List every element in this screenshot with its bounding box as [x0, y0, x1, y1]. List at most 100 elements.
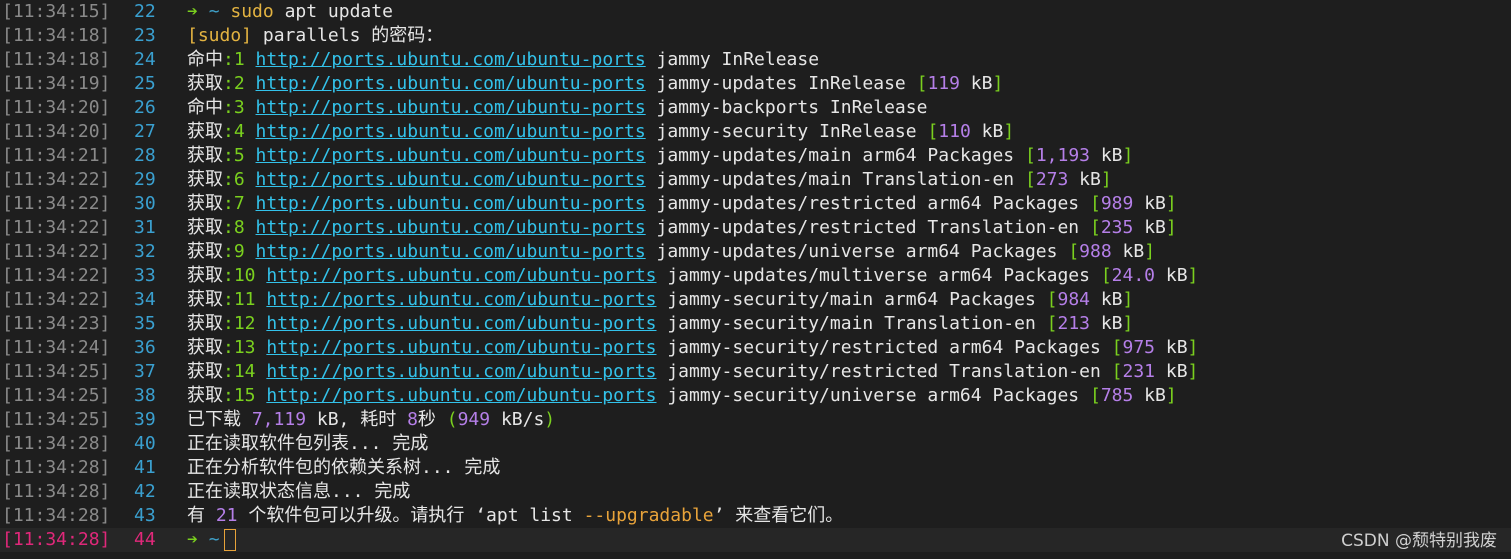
size-value: 235	[1100, 217, 1134, 238]
line-number: 35	[134, 313, 156, 334]
line-number: 43	[134, 505, 156, 526]
size-unit: kB	[1133, 217, 1166, 238]
line-number: 42	[134, 481, 156, 502]
size-value: 984	[1057, 289, 1090, 310]
bracket: [	[916, 73, 928, 94]
line-content: 有 21 个软件包可以升级。请执行 ‘apt list --upgradable…	[187, 504, 843, 528]
terminal-line: [11:34:28] 40 正在读取软件包列表... 完成	[0, 432, 1511, 456]
repo-link[interactable]: http://ports.ubuntu.com/ubuntu-ports	[266, 265, 656, 286]
size-value: 110	[938, 121, 971, 142]
index: :3	[223, 97, 245, 118]
status-verb: 获取	[187, 337, 223, 358]
line-number: 22	[134, 1, 156, 22]
terminal-line: [11:34:22] 29 获取:6 http://ports.ubuntu.com…	[0, 168, 1511, 192]
repo-link[interactable]: http://ports.ubuntu.com/ubuntu-ports	[256, 121, 646, 142]
repo-link[interactable]: http://ports.ubuntu.com/ubuntu-ports	[256, 145, 646, 166]
summary-speed: 949	[457, 409, 491, 430]
timestamp: [11:34:18]	[2, 49, 111, 70]
repo-link[interactable]: http://ports.ubuntu.com/ubuntu-ports	[266, 361, 656, 382]
upgrade-count: 21	[215, 505, 238, 526]
description: jammy InRelease	[645, 49, 820, 70]
terminal-line: [11:34:19] 25 获取:2 http://ports.ubuntu.com…	[0, 72, 1511, 96]
timestamp: [11:34:28]	[2, 433, 111, 454]
description: jammy-security/restricted Translation-en	[656, 361, 1112, 382]
bracket: ]	[1100, 169, 1112, 190]
description: jammy-updates/main Translation-en	[645, 169, 1025, 190]
index: :15	[223, 385, 256, 406]
description: jammy-updates/main arm64 Packages	[645, 145, 1025, 166]
arrow-icon: ➔	[187, 529, 198, 550]
status-verb: 获取	[187, 145, 223, 166]
line-number: 30	[134, 193, 156, 214]
timestamp: [11:34:22]	[2, 217, 111, 238]
bracket: [	[1024, 169, 1036, 190]
repo-link[interactable]: http://ports.ubuntu.com/ubuntu-ports	[266, 337, 656, 358]
repo-link[interactable]: http://ports.ubuntu.com/ubuntu-ports	[266, 385, 656, 406]
bracket: ]	[1003, 121, 1015, 142]
terminal-line: [11:34:20] 26 命中:3 http://ports.ubuntu.com…	[0, 96, 1511, 120]
bracket: ]	[1187, 337, 1199, 358]
cursor[interactable]	[223, 529, 236, 551]
status-text: 正在读取状态信息... 完成	[187, 481, 411, 502]
bracket: [	[1111, 337, 1123, 358]
index: :6	[223, 169, 245, 190]
size-unit: kB	[1133, 193, 1166, 214]
bracket: ]	[992, 73, 1004, 94]
size-value: 975	[1122, 337, 1156, 358]
terminal-window[interactable]: [11:34:15] 22 ➔ ~ sudo apt update [11:34:18…	[0, 0, 1511, 559]
line-number: 37	[134, 361, 156, 382]
repo-link[interactable]: http://ports.ubuntu.com/ubuntu-ports	[266, 289, 656, 310]
status-verb: 获取	[187, 169, 223, 190]
index: :7	[223, 193, 245, 214]
timestamp: [11:34:21]	[2, 145, 111, 166]
status-verb: 命中	[187, 49, 223, 70]
timestamp: [11:34:19]	[2, 73, 111, 94]
size-value: 989	[1100, 193, 1134, 214]
repo-link[interactable]: http://ports.ubuntu.com/ubuntu-ports	[256, 217, 646, 238]
repo-link[interactable]: http://ports.ubuntu.com/ubuntu-ports	[256, 49, 646, 70]
size-value: 213	[1057, 313, 1090, 334]
bracket: [	[1100, 265, 1112, 286]
terminal-line: [11:34:28] 42 正在读取状态信息... 完成	[0, 480, 1511, 504]
repo-link[interactable]: http://ports.ubuntu.com/ubuntu-ports	[256, 97, 646, 118]
timestamp: [11:34:22]	[2, 241, 111, 262]
status-verb: 命中	[187, 97, 223, 118]
repo-link[interactable]: http://ports.ubuntu.com/ubuntu-ports	[256, 169, 646, 190]
repo-link[interactable]: http://ports.ubuntu.com/ubuntu-ports	[266, 313, 656, 334]
size-value: 273	[1035, 169, 1069, 190]
line-number: 25	[134, 73, 156, 94]
line-number: 41	[134, 457, 156, 478]
size-unit: kB	[1133, 385, 1166, 406]
index: :8	[223, 217, 245, 238]
terminal-line: [11:34:20] 27 获取:4 http://ports.ubuntu.com…	[0, 120, 1511, 144]
timestamp: [11:34:22]	[2, 265, 111, 286]
bracket: [	[1111, 361, 1123, 382]
description: jammy-updates/multiverse arm64 Packages	[656, 265, 1101, 286]
timestamp: [11:34:28]	[2, 457, 111, 478]
line-number: 32	[134, 241, 156, 262]
description: jammy-updates/restricted Translation-en	[645, 217, 1090, 238]
command-args: apt update	[273, 1, 393, 22]
size-value: 988	[1079, 241, 1112, 262]
timestamp: [11:34:22]	[2, 193, 111, 214]
index: :12	[223, 313, 256, 334]
line-content: 获取:7 http://ports.ubuntu.com/ubuntu-port…	[187, 192, 1177, 216]
line-content: 获取:14 http://ports.ubuntu.com/ubuntu-por…	[187, 360, 1198, 384]
terminal-line: [11:34:22] 31 获取:8 http://ports.ubuntu.com…	[0, 216, 1511, 240]
timestamp: [11:34:25]	[2, 361, 111, 382]
line-content: ➔ ~	[187, 528, 236, 552]
size-unit: kB	[970, 121, 1004, 142]
line-number: 26	[134, 97, 156, 118]
repo-link[interactable]: http://ports.ubuntu.com/ubuntu-ports	[256, 193, 646, 214]
line-number: 31	[134, 217, 156, 238]
line-content: 获取:8 http://ports.ubuntu.com/ubuntu-port…	[187, 216, 1177, 240]
prompt-dir: ~	[208, 1, 220, 22]
repo-link[interactable]: http://ports.ubuntu.com/ubuntu-ports	[256, 241, 646, 262]
index: :10	[223, 265, 256, 286]
line-content: 获取:12 http://ports.ubuntu.com/ubuntu-por…	[187, 312, 1133, 336]
terminal-line: [11:34:24] 36 获取:13 http://ports.ubuntu.co…	[0, 336, 1511, 360]
terminal-line: [11:34:22] 34 获取:11 http://ports.ubuntu.co…	[0, 288, 1511, 312]
repo-link[interactable]: http://ports.ubuntu.com/ubuntu-ports	[256, 73, 646, 94]
terminal-line: [11:34:21] 28 获取:5 http://ports.ubuntu.com…	[0, 144, 1511, 168]
description: jammy-security/restricted arm64 Packages	[656, 337, 1112, 358]
